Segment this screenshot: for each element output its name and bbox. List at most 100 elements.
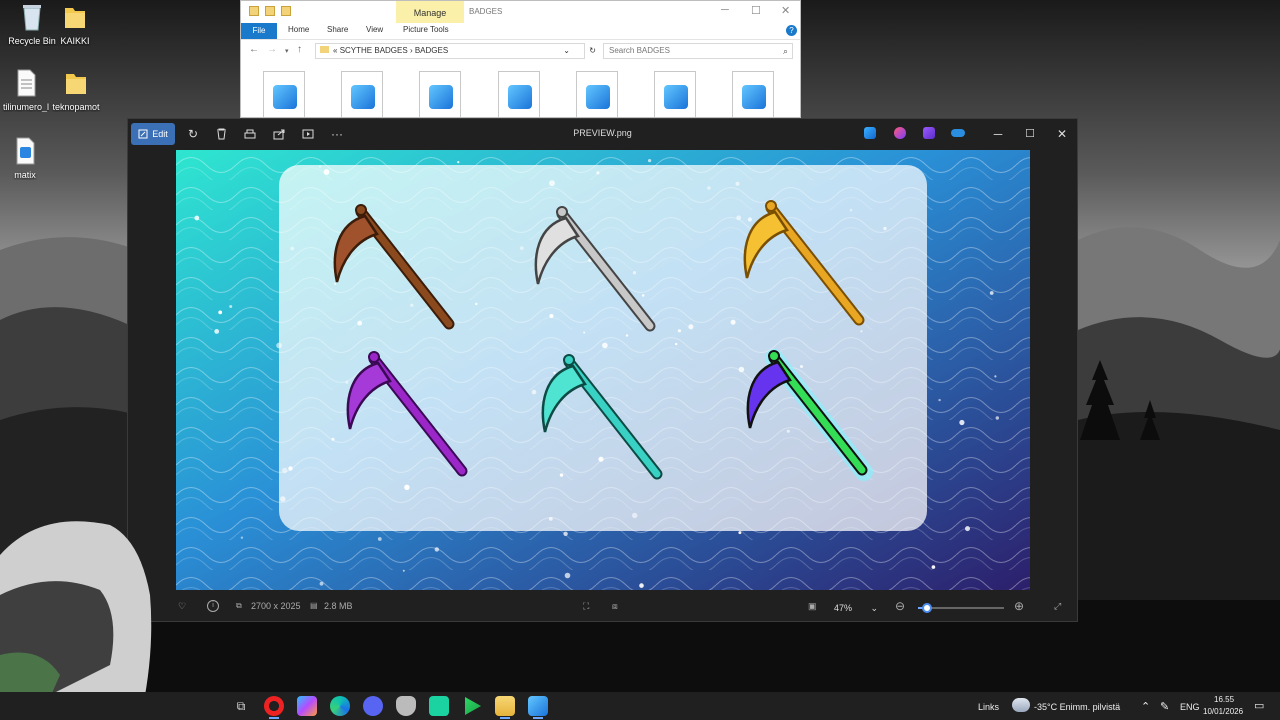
file-explorer-window[interactable]: Manage BADGES ─ ☐ ✕ File Home Share View… — [240, 0, 801, 118]
file-explorer-icon[interactable] — [495, 696, 515, 719]
opera-icon[interactable] — [264, 696, 284, 719]
search-input[interactable]: Search BADGES ⌕ — [603, 43, 793, 59]
slideshow-icon[interactable] — [298, 123, 318, 145]
snow-dot — [434, 547, 439, 552]
recent-icon[interactable]: ▾ — [285, 47, 289, 55]
rotate-icon[interactable]: ↻ — [183, 123, 203, 145]
weather-text[interactable]: -35°C Enimm. pilvistä — [1034, 702, 1120, 712]
dropdown-icon[interactable]: ⌄ — [563, 44, 570, 58]
image-file-icon — [351, 85, 376, 109]
desktop-icon-kaikki[interactable]: KAIKKI — [43, 2, 107, 46]
links-toolbar[interactable]: Links — [978, 702, 999, 712]
back-icon[interactable]: ← — [249, 44, 259, 55]
file-thumbnail[interactable] — [575, 71, 618, 117]
share-icon[interactable] — [269, 123, 289, 145]
photos-viewer-window[interactable]: Edit ↻ ··· PREVIEW.png ─ ☐ ✕ ▭ ♡ i ⧉ 270… — [127, 118, 1078, 622]
new-folder-icon[interactable] — [281, 6, 291, 16]
file-thumbnail[interactable] — [732, 71, 775, 117]
info-icon[interactable]: i — [207, 600, 219, 612]
scythe-cap — [563, 354, 575, 366]
folder-icon[interactable] — [249, 6, 259, 16]
image-canvas[interactable] — [176, 150, 1030, 590]
edit-button[interactable]: Edit — [131, 123, 175, 145]
breadcrumb-scythe-badges[interactable]: SCYTHE BADGES — [340, 46, 408, 55]
image-file-icon — [585, 85, 610, 109]
scythe-cap — [556, 206, 568, 218]
close-button[interactable]: ✕ — [781, 4, 790, 17]
fullscreen-icon[interactable]: ⤢ — [1054, 601, 1061, 612]
game-app-icon[interactable] — [429, 696, 449, 716]
delete-icon[interactable] — [211, 123, 231, 145]
breadcrumb-badges[interactable]: BADGES — [415, 46, 448, 55]
file-thumbnail[interactable] — [654, 71, 696, 117]
tab-file[interactable]: File — [241, 23, 277, 39]
image-dimensions: 2700 x 2025 — [251, 601, 301, 611]
clock-time[interactable]: 16.55 — [1214, 695, 1234, 704]
breadcrumb-separator: › — [409, 46, 413, 55]
play-app-icon[interactable] — [465, 697, 481, 715]
tab-share[interactable]: Share — [327, 25, 348, 34]
file-thumbnail[interactable] — [341, 71, 384, 117]
scythe-cap — [368, 351, 380, 363]
zoom-slider[interactable] — [918, 603, 1004, 613]
print-icon[interactable] — [240, 123, 260, 145]
maximize-button[interactable]: ☐ — [1020, 125, 1040, 143]
desktop-icon-label: KAIKKI — [60, 36, 90, 46]
compare-icon[interactable]: ⧈ — [612, 601, 618, 612]
fit-to-window-icon[interactable]: ▣ — [808, 601, 817, 612]
snow-dot — [938, 398, 941, 402]
text-file-icon — [17, 69, 36, 97]
dimensions-icon: ⧉ — [236, 601, 242, 610]
pen-icon[interactable]: ✎ — [1160, 700, 1169, 713]
discord-icon[interactable] — [363, 696, 383, 716]
zoom-in-icon[interactable]: ⊕ — [1014, 599, 1024, 613]
edge-icon[interactable] — [330, 696, 350, 716]
minimize-button[interactable]: ─ — [721, 4, 729, 16]
desktop-icon-teknopamot[interactable]: teknopamot — [44, 68, 108, 112]
forward-icon[interactable]: → — [267, 44, 277, 55]
security-icon[interactable] — [396, 696, 416, 716]
close-button[interactable]: ✕ — [1052, 125, 1072, 143]
zoom-dropdown[interactable]: 47% ⌄ — [826, 599, 888, 617]
onedrive-icon[interactable] — [951, 129, 965, 137]
clock-date[interactable]: 10/01/2026 — [1203, 707, 1243, 716]
filmstrip-icon[interactable]: ▭ — [142, 601, 151, 612]
more-icon[interactable]: ··· — [327, 123, 347, 145]
tab-view[interactable]: View — [366, 25, 383, 34]
photos-icon[interactable] — [528, 696, 548, 719]
task-view-icon[interactable]: ⧉ — [231, 696, 251, 716]
address-prefix: « — [333, 46, 338, 55]
tab-picture-tools[interactable]: Picture Tools — [403, 25, 449, 34]
tray-overflow-icon[interactable]: ⌃ — [1141, 700, 1150, 713]
language-indicator[interactable]: ENG — [1180, 702, 1200, 712]
properties-icon[interactable] — [265, 6, 275, 16]
zoom-level: 47% — [834, 603, 853, 613]
actual-size-icon[interactable]: ⛶ — [583, 601, 589, 612]
up-icon[interactable]: ↑ — [297, 44, 302, 55]
image-file-icon — [429, 85, 454, 109]
favorite-icon[interactable]: ♡ — [178, 601, 186, 612]
notification-icon[interactable]: ▭ — [1254, 699, 1264, 712]
file-thumbnail[interactable] — [263, 71, 305, 117]
folder-icon — [320, 46, 329, 53]
desktop-icon-matix[interactable]: matix — [0, 136, 57, 180]
tab-home[interactable]: Home — [288, 25, 309, 34]
desktop-icon-label: matix — [14, 170, 36, 180]
tab-manage[interactable]: Manage — [396, 1, 464, 23]
photos-app-icon[interactable] — [864, 127, 876, 139]
file-thumbnail[interactable] — [419, 71, 462, 117]
search-icon: ⌕ — [782, 46, 788, 56]
copilot-icon[interactable] — [297, 696, 317, 716]
zoom-out-icon[interactable]: ⊖ — [895, 599, 905, 613]
address-bar[interactable]: « SCYTHE BADGES › BADGES ⌄ ↻ — [315, 43, 596, 59]
zoom-slider-thumb[interactable] — [921, 603, 932, 613]
minimize-button[interactable]: ─ — [988, 125, 1008, 143]
clipchamp-icon[interactable] — [923, 127, 935, 139]
maximize-button[interactable]: ☐ — [751, 4, 761, 17]
weather-icon[interactable] — [1012, 698, 1030, 712]
help-icon[interactable]: ? — [786, 25, 797, 36]
refresh-icon[interactable]: ↻ — [589, 44, 596, 58]
copilot-icon[interactable] — [894, 127, 906, 139]
scythe-cap — [355, 204, 367, 216]
file-thumbnail[interactable] — [497, 71, 540, 117]
